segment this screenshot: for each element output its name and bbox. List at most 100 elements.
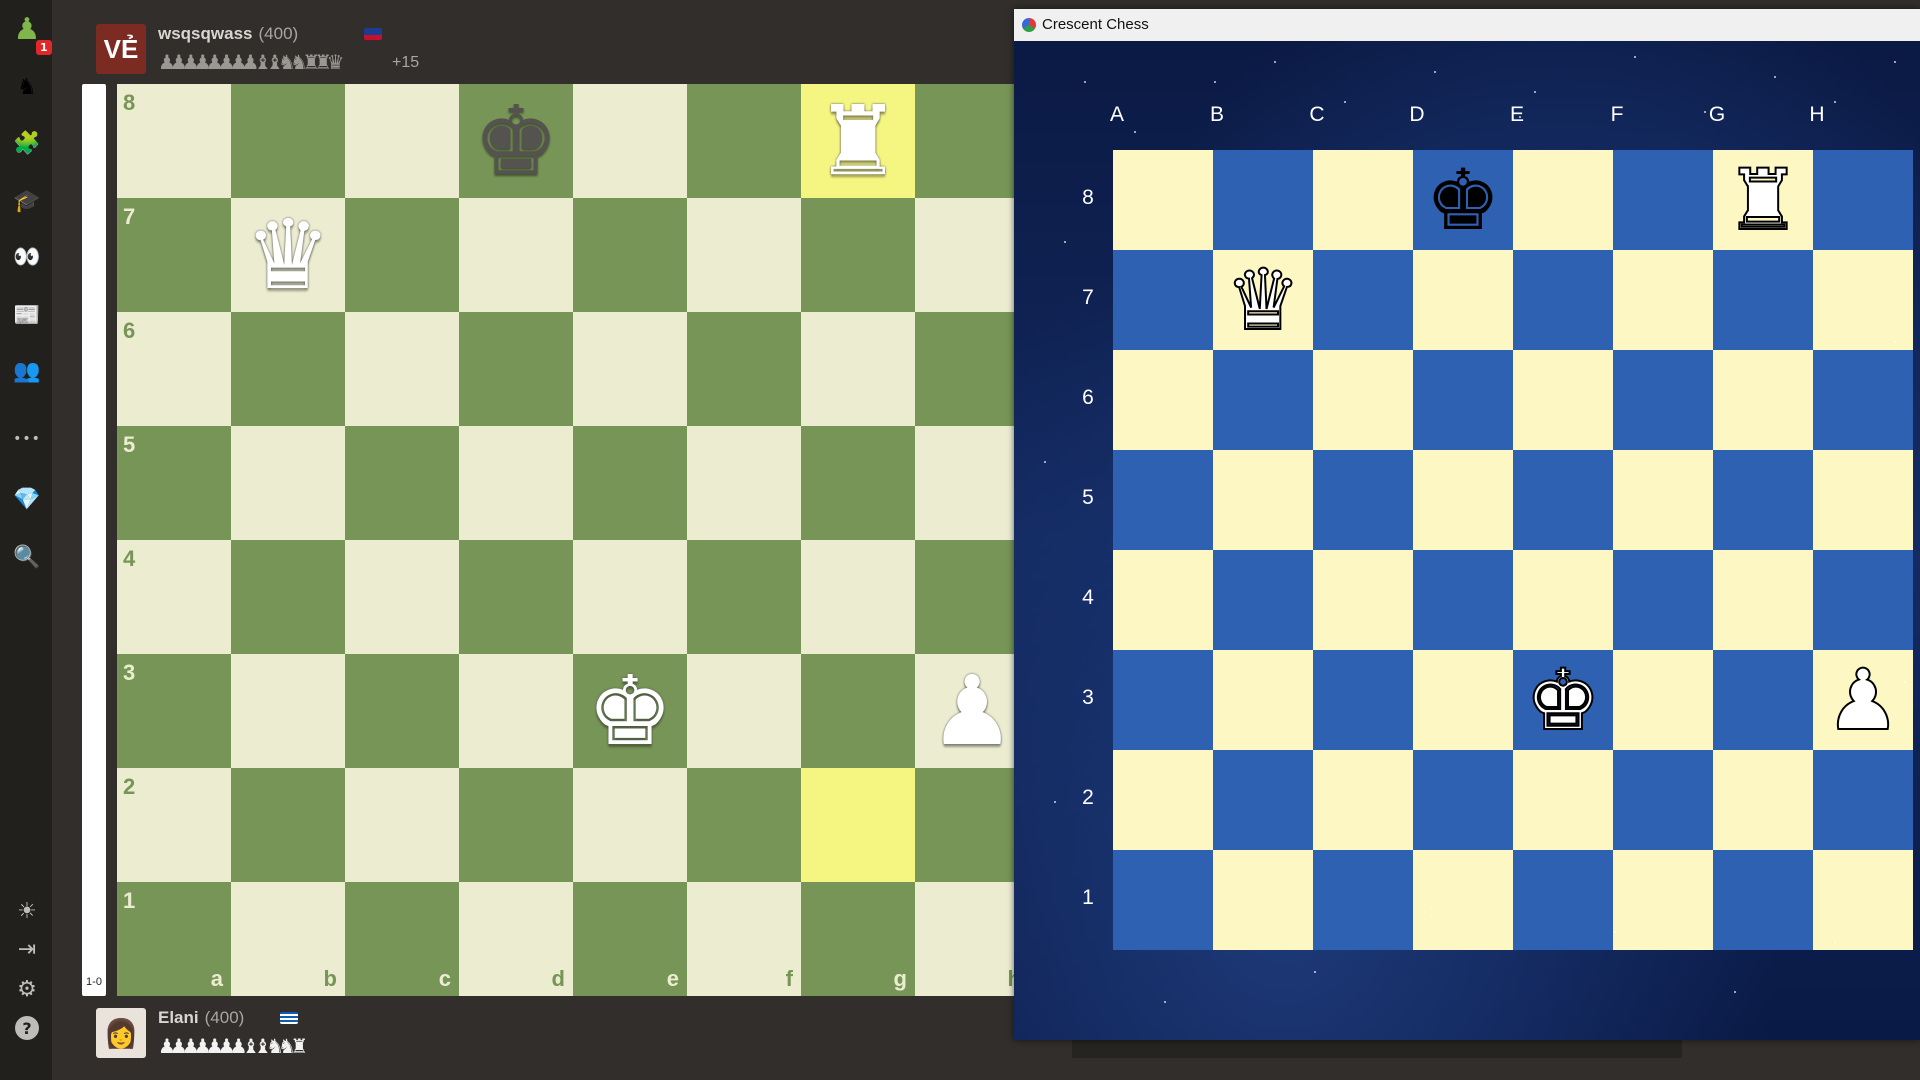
square-h5[interactable] <box>915 426 1029 540</box>
square-f3[interactable] <box>687 654 801 768</box>
crescent-square-F3[interactable] <box>1613 650 1713 750</box>
crescent-square-B8[interactable] <box>1213 150 1313 250</box>
square-b2[interactable] <box>231 768 345 882</box>
play-icon[interactable]: ♞ <box>12 72 42 102</box>
crescent-square-C1[interactable] <box>1313 850 1413 950</box>
bottom-player-avatar[interactable]: 👩 <box>96 1008 146 1058</box>
bottom-player-name-block[interactable]: Elani (400) <box>158 1008 244 1028</box>
crescent-square-F8[interactable] <box>1613 150 1713 250</box>
logout-icon[interactable]: ⇥ <box>12 934 42 964</box>
news-icon[interactable]: 📰 <box>12 300 42 330</box>
crescent-square-H5[interactable] <box>1813 450 1913 550</box>
square-d7[interactable] <box>459 198 573 312</box>
crescent-square-F1[interactable] <box>1613 850 1713 950</box>
square-e5[interactable] <box>573 426 687 540</box>
learn-icon[interactable]: 🎓 <box>12 186 42 216</box>
crescent-white-queen-piece[interactable]: ♛ <box>1213 250 1313 350</box>
crescent-square-H2[interactable] <box>1813 750 1913 850</box>
social-icon[interactable]: 👥 <box>12 356 42 386</box>
crescent-square-D5[interactable] <box>1413 450 1513 550</box>
help-icon[interactable]: ? <box>15 1016 39 1040</box>
crescent-chessboard[interactable]: ♚ ♜ ♛ ♚ ♟ <box>1113 150 1913 950</box>
square-d1[interactable]: d <box>459 882 573 996</box>
top-player-name[interactable]: wsqsqwass <box>158 24 253 43</box>
square-d5[interactable] <box>459 426 573 540</box>
square-a7[interactable]: 7 <box>117 198 231 312</box>
watch-icon[interactable]: 👀 <box>12 242 42 272</box>
square-g5[interactable] <box>801 426 915 540</box>
square-h6[interactable] <box>915 312 1029 426</box>
white-queen-piece[interactable]: ♛ <box>231 198 345 312</box>
crescent-black-king-piece[interactable]: ♚ <box>1413 150 1513 250</box>
more-icon[interactable]: ••• <box>12 424 42 454</box>
square-f5[interactable] <box>687 426 801 540</box>
square-g7[interactable] <box>801 198 915 312</box>
square-h2[interactable] <box>915 768 1029 882</box>
crescent-square-C7[interactable] <box>1313 250 1413 350</box>
crescent-square-F2[interactable] <box>1613 750 1713 850</box>
square-f1[interactable]: f <box>687 882 801 996</box>
crescent-square-F6[interactable] <box>1613 350 1713 450</box>
square-f2[interactable] <box>687 768 801 882</box>
crescent-white-pawn-piece[interactable]: ♟ <box>1813 650 1913 750</box>
square-g1[interactable]: g <box>801 882 915 996</box>
crescent-square-D1[interactable] <box>1413 850 1513 950</box>
square-b1[interactable]: b <box>231 882 345 996</box>
square-a2[interactable]: 2 <box>117 768 231 882</box>
square-e1[interactable]: e <box>573 882 687 996</box>
crescent-square-D3[interactable] <box>1413 650 1513 750</box>
home-pawn-icon[interactable]: ♟ <box>12 12 42 47</box>
crescent-square-E4[interactable] <box>1513 550 1613 650</box>
white-rook-piece[interactable]: ♜ <box>801 84 915 198</box>
crescent-square-A6[interactable] <box>1113 350 1213 450</box>
square-f6[interactable] <box>687 312 801 426</box>
crescent-square-B1[interactable] <box>1213 850 1313 950</box>
crescent-square-C3[interactable] <box>1313 650 1413 750</box>
crescent-white-rook-piece[interactable]: ♜ <box>1713 150 1813 250</box>
square-e4[interactable] <box>573 540 687 654</box>
crescent-square-D6[interactable] <box>1413 350 1513 450</box>
crescent-square-B4[interactable] <box>1213 550 1313 650</box>
square-a5[interactable]: 5 <box>117 426 231 540</box>
square-f7[interactable] <box>687 198 801 312</box>
premium-diamond-icon[interactable]: 💎 <box>12 484 42 514</box>
square-c2[interactable] <box>345 768 459 882</box>
square-d6[interactable] <box>459 312 573 426</box>
square-c1[interactable]: c <box>345 882 459 996</box>
crescent-square-G1[interactable] <box>1713 850 1813 950</box>
square-c6[interactable] <box>345 312 459 426</box>
square-c7[interactable] <box>345 198 459 312</box>
crescent-square-A5[interactable] <box>1113 450 1213 550</box>
square-e2[interactable] <box>573 768 687 882</box>
square-b8[interactable] <box>231 84 345 198</box>
square-h4[interactable] <box>915 540 1029 654</box>
crescent-square-E7[interactable] <box>1513 250 1613 350</box>
square-a4[interactable]: 4 <box>117 540 231 654</box>
black-king-piece[interactable]: ♚ <box>459 84 573 198</box>
square-a8[interactable]: 8 <box>117 84 231 198</box>
crescent-square-H7[interactable] <box>1813 250 1913 350</box>
crescent-square-A8[interactable] <box>1113 150 1213 250</box>
top-player-name-block[interactable]: wsqsqwass (400) <box>158 24 298 44</box>
square-d3[interactable] <box>459 654 573 768</box>
crescent-square-A1[interactable] <box>1113 850 1213 950</box>
crescent-square-G7[interactable] <box>1713 250 1813 350</box>
crescent-square-B3[interactable] <box>1213 650 1313 750</box>
square-c5[interactable] <box>345 426 459 540</box>
square-d2[interactable] <box>459 768 573 882</box>
crescent-square-C4[interactable] <box>1313 550 1413 650</box>
crescent-square-A3[interactable] <box>1113 650 1213 750</box>
settings-icon[interactable]: ⚙ <box>12 974 42 1004</box>
crescent-square-G6[interactable] <box>1713 350 1813 450</box>
square-e7[interactable] <box>573 198 687 312</box>
crescent-square-A7[interactable] <box>1113 250 1213 350</box>
square-a6[interactable]: 6 <box>117 312 231 426</box>
crescent-square-E8[interactable] <box>1513 150 1613 250</box>
white-king-piece[interactable]: ♚ <box>573 654 687 768</box>
crescent-square-A2[interactable] <box>1113 750 1213 850</box>
square-c3[interactable] <box>345 654 459 768</box>
crescent-square-E2[interactable] <box>1513 750 1613 850</box>
square-g2[interactable] <box>801 768 915 882</box>
theme-icon[interactable]: ☀ <box>12 896 42 926</box>
search-icon[interactable]: 🔍 <box>12 542 42 572</box>
